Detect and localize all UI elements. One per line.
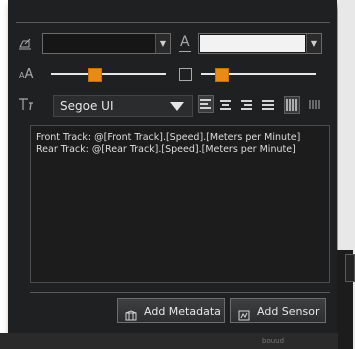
justify-button[interactable] xyxy=(261,96,275,112)
chevron-down-icon: ▼ xyxy=(306,34,321,53)
chevron-down-icon: ▼ xyxy=(155,34,170,53)
align-right-button[interactable] xyxy=(240,96,254,112)
font-family-dropdown[interactable]: Segoe UI xyxy=(53,95,193,117)
font-family-icon xyxy=(18,98,34,114)
font-size-slider[interactable] xyxy=(51,73,166,75)
text-line: Rear Track: @[Rear Track].[Speed].[Meter… xyxy=(36,144,296,155)
footer-bar: bouud xyxy=(0,333,338,349)
text-settings-panel: ▼ A ▼ AA Segoe UI Front Track: @[Front T… xyxy=(8,0,337,333)
divider-bottom xyxy=(30,292,330,293)
adjacent-panel xyxy=(337,250,355,349)
footer-hint: bouud xyxy=(262,337,285,345)
font-color-underline xyxy=(179,51,191,52)
adjacent-panel-control[interactable] xyxy=(345,254,355,282)
add-metadata-button[interactable]: Add Metadata xyxy=(117,298,225,323)
justify-all-button[interactable] xyxy=(284,96,300,114)
font-size-icon: AA xyxy=(19,67,34,82)
font-color-swatch xyxy=(200,35,305,52)
align-left-button[interactable] xyxy=(198,95,214,113)
highlight-pen-icon xyxy=(18,38,32,53)
add-sensor-label: Add Sensor xyxy=(257,305,320,318)
chevron-down-icon xyxy=(170,102,184,111)
highlight-color-dropdown[interactable]: ▼ xyxy=(42,33,171,54)
text-line: Front Track: @[Front Track].[Speed].[Met… xyxy=(36,132,301,143)
distribute-button[interactable] xyxy=(308,96,322,112)
add-sensor-button[interactable]: Add Sensor xyxy=(230,298,326,323)
divider-top xyxy=(16,22,330,23)
opacity-slider-thumb[interactable] xyxy=(214,68,229,82)
metadata-icon xyxy=(125,305,137,321)
font-family-value: Segoe UI xyxy=(60,99,114,113)
add-metadata-label: Add Metadata xyxy=(144,305,221,318)
sensor-icon xyxy=(238,305,250,321)
overlay-text-area[interactable]: Front Track: @[Front Track].[Speed].[Met… xyxy=(30,125,330,283)
align-center-button[interactable] xyxy=(219,96,233,112)
font-size-slider-thumb[interactable] xyxy=(87,68,102,82)
font-color-icon: A xyxy=(180,34,190,50)
background-checkbox[interactable] xyxy=(179,68,192,81)
font-color-dropdown[interactable]: ▼ xyxy=(198,33,322,54)
